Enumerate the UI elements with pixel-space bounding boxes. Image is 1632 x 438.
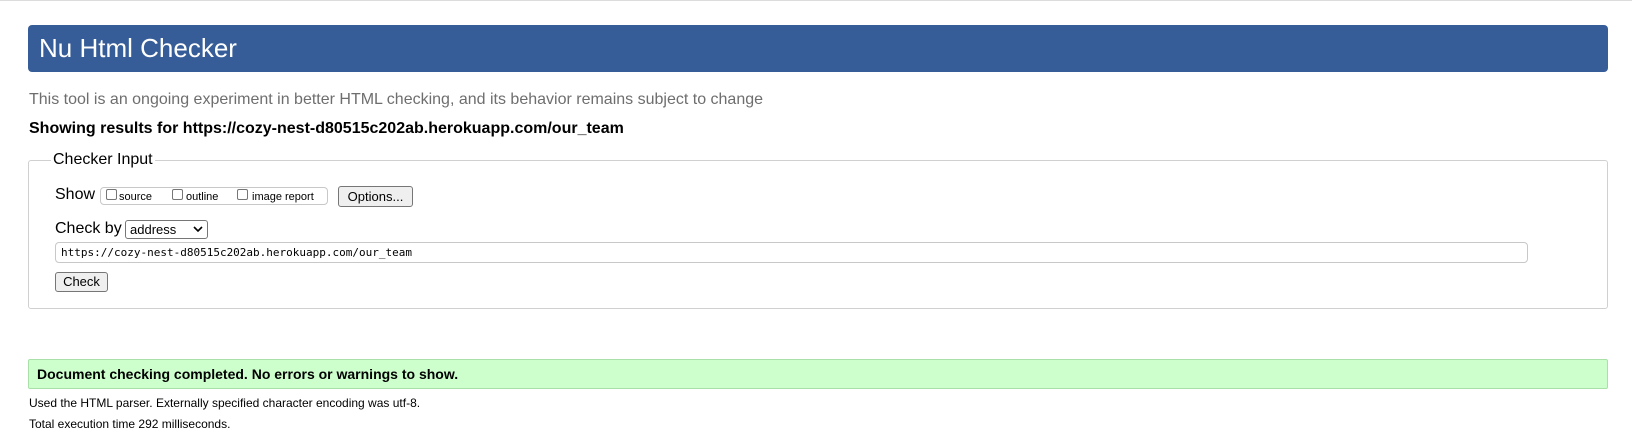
source-checkbox[interactable]: [106, 189, 117, 200]
image-report-checkbox[interactable]: [237, 189, 248, 200]
image-report-checkbox-label[interactable]: image report: [252, 190, 314, 204]
app-title: Nu Html Checker: [39, 33, 237, 63]
show-label: Show: [55, 186, 96, 203]
outline-checkbox[interactable]: [172, 189, 183, 200]
checker-input-legend: Checker Input: [51, 150, 155, 170]
success-message-box: Document checking completed. No errors o…: [28, 359, 1608, 389]
chevron-down-icon: [193, 226, 203, 233]
app-header: Nu Html Checker: [28, 25, 1608, 72]
check-by-select-value: address: [130, 222, 177, 237]
source-checkbox-label[interactable]: source: [119, 190, 152, 204]
results-for-heading: Showing results for https://cozy-nest-d8…: [29, 120, 624, 137]
checker-input-fieldset: [28, 160, 1608, 309]
check-by-label: Check by: [55, 220, 122, 237]
parser-info: Used the HTML parser. Externally specifi…: [29, 396, 421, 410]
tagline: This tool is an ongoing experiment in be…: [29, 91, 764, 108]
success-message: Document checking completed. No errors o…: [37, 366, 459, 382]
top-border: [0, 0, 1632, 1]
outline-checkbox-label[interactable]: outline: [186, 190, 218, 204]
execution-time-info: Total execution time 292 milliseconds.: [29, 417, 231, 431]
check-button[interactable]: Check: [55, 272, 108, 292]
check-by-select[interactable]: address: [125, 220, 208, 239]
url-input[interactable]: https://cozy-nest-d80515c202ab.herokuapp…: [55, 242, 1528, 263]
options-button[interactable]: Options...: [338, 186, 413, 207]
